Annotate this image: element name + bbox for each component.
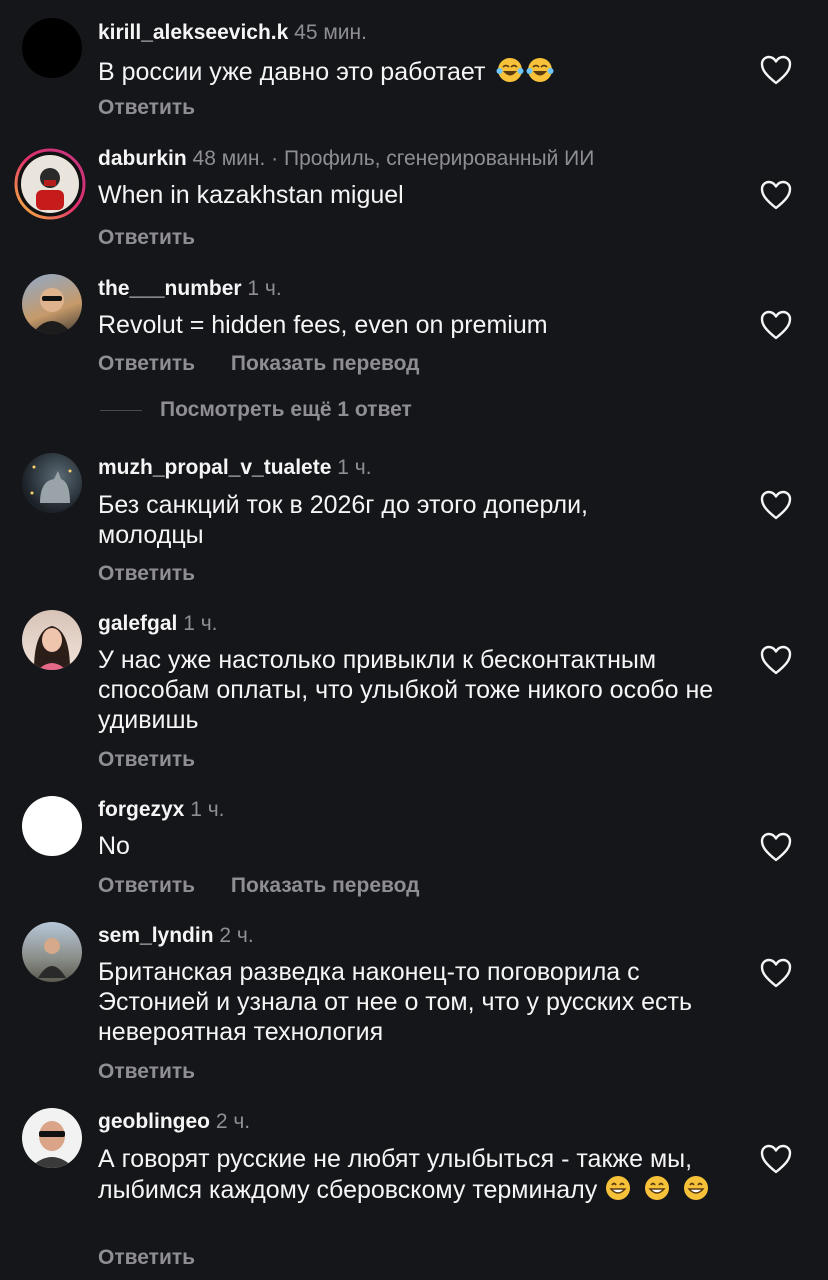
avatar[interactable] — [22, 610, 82, 670]
timestamp: 1 ч. — [247, 277, 282, 300]
username[interactable]: galefgal — [98, 612, 177, 635]
heart-icon[interactable] — [760, 832, 792, 862]
comment-text: Без санкций ток в 2026г до этого доперли… — [98, 491, 588, 549]
comment-text: А говорят русские не любят улыбыться - т… — [98, 1145, 693, 1204]
comment-text: No — [98, 832, 130, 860]
grin-emoji — [604, 1174, 632, 1202]
show-translation-button[interactable]: Показать перевод — [231, 352, 420, 375]
show-translation-button[interactable]: Показать перевод — [231, 874, 420, 897]
avatar[interactable] — [22, 18, 82, 78]
heart-icon[interactable] — [760, 645, 792, 675]
timestamp: 2 ч. — [215, 1110, 251, 1133]
reply-button[interactable]: Ответить — [98, 96, 195, 119]
timestamp: 48 мин. · Профиль, сгенерированный ИИ — [192, 147, 595, 170]
reply-button[interactable]: Ответить — [98, 352, 195, 375]
username[interactable]: daburkin — [98, 147, 187, 170]
avatar[interactable] — [22, 796, 82, 856]
heart-icon[interactable] — [760, 958, 792, 988]
username[interactable]: geoblingeo — [98, 1110, 210, 1133]
username[interactable]: muzh_propal_v_tualete — [98, 456, 331, 479]
view-more-replies[interactable]: Посмотреть ещё 1 ответ — [100, 398, 412, 422]
reply-button[interactable]: Ответить — [98, 874, 195, 897]
reply-button[interactable]: Ответить — [98, 1060, 195, 1083]
avatar[interactable] — [22, 1108, 82, 1168]
comment-text: У нас уже настолько привыкли к бесконтак… — [98, 646, 714, 734]
view-more-replies-label: Посмотреть ещё 1 ответ — [160, 398, 412, 421]
timestamp: 45 мин. — [294, 21, 367, 44]
timestamp: 2 ч. — [219, 924, 254, 947]
timestamp: 1 ч. — [337, 456, 372, 479]
joy-emoji — [526, 56, 554, 84]
story-ring-icon — [14, 148, 86, 220]
cat-photo-icon — [30, 465, 72, 503]
username[interactable]: the___number — [98, 277, 242, 300]
comment-text: Британская разведка наконец-то поговорил… — [98, 958, 693, 1046]
grin-emoji — [643, 1174, 671, 1202]
heart-icon[interactable] — [760, 1144, 792, 1174]
heart-icon[interactable] — [760, 490, 792, 520]
avatar[interactable] — [14, 148, 86, 220]
comment-text: Revolut = hidden fees, even on premium — [98, 311, 548, 339]
username[interactable]: kirill_alekseevich.k — [98, 21, 288, 44]
username[interactable]: forgezyx — [98, 798, 184, 821]
joy-emoji — [496, 56, 524, 84]
person-photo-icon — [38, 938, 66, 978]
reply-button[interactable]: Ответить — [98, 1246, 195, 1269]
person-photo-icon — [32, 288, 72, 334]
heart-icon[interactable] — [760, 55, 792, 85]
reply-button[interactable]: Ответить — [98, 748, 195, 771]
comment-text: When in kazakhstan miguel — [98, 181, 404, 209]
person-photo-icon — [30, 1121, 74, 1168]
comment-text: В россии уже давно это работает — [98, 58, 486, 86]
avatar[interactable] — [22, 453, 82, 513]
username[interactable]: sem_lyndin — [98, 924, 214, 947]
grin-emoji — [682, 1174, 710, 1202]
timestamp: 1 ч. — [183, 612, 218, 635]
divider — [100, 409, 142, 411]
reply-button[interactable]: Ответить — [98, 226, 195, 249]
avatar[interactable] — [22, 922, 82, 982]
reply-button[interactable]: Ответить — [98, 562, 195, 585]
timestamp: 1 ч. — [190, 798, 225, 821]
avatar[interactable] — [22, 274, 82, 334]
heart-icon[interactable] — [760, 310, 792, 340]
heart-icon[interactable] — [760, 180, 792, 210]
person-photo-icon — [34, 626, 70, 670]
